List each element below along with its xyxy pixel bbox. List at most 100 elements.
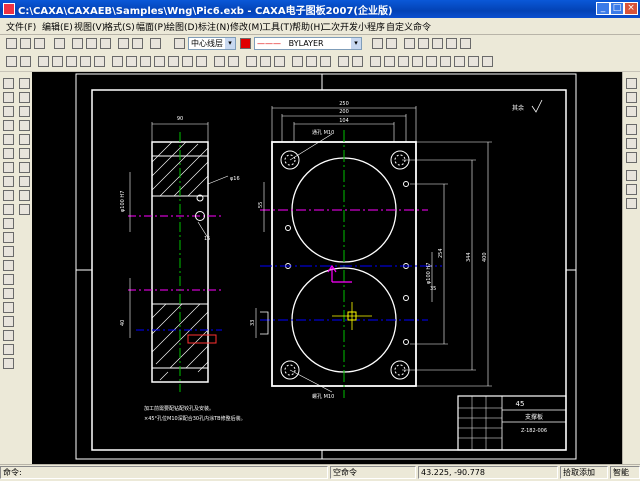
area-icon[interactable] [626,138,637,149]
color-icon[interactable] [240,38,251,49]
ellipse-icon[interactable] [3,162,14,173]
title-block-icon[interactable] [52,56,63,67]
roughness-icon[interactable] [19,148,30,159]
arrow-icon[interactable] [3,344,14,355]
double-line-icon[interactable] [3,330,14,341]
menu-modify[interactable]: 修改(M) [230,20,263,33]
coordinate-dim-icon[interactable] [19,92,30,103]
zoom-out-icon[interactable] [440,56,451,67]
zoom-window-icon[interactable] [454,56,465,67]
leader-icon[interactable] [19,120,30,131]
command-prompt[interactable]: 命令: [0,466,328,479]
rectangle-icon[interactable] [3,176,14,187]
menu-custom-commands[interactable]: 自定义命令 [386,20,431,33]
drawing-icon[interactable] [418,38,429,49]
paste-icon[interactable] [100,38,111,49]
zoom-previous-icon[interactable] [482,56,493,67]
menu-draw[interactable]: 绘图(D) [166,20,198,33]
line-icon[interactable] [3,78,14,89]
layer-icon[interactable] [174,38,185,49]
point-icon[interactable] [3,148,14,159]
wave-line-icon[interactable] [3,316,14,327]
maximize-button[interactable]: □ [610,2,624,15]
extend-icon[interactable] [228,56,239,67]
delete-icon[interactable] [112,56,123,67]
window-zoom-icon[interactable] [20,56,31,67]
menu-file[interactable]: 文件(F) [6,20,36,33]
hatch-icon[interactable] [3,246,14,257]
menu-secondary-dev[interactable]: 二次开发小程序 [322,20,385,33]
menu-tools[interactable]: 工具(T) [262,20,293,33]
save-icon[interactable] [34,38,45,49]
cut-icon[interactable] [72,38,83,49]
layer-manager-icon[interactable] [338,56,349,67]
redo-icon[interactable] [132,38,143,49]
settings-icon[interactable] [460,38,471,49]
intelligent-snap[interactable]: 智能 [610,466,640,479]
parts-list-icon[interactable] [66,56,77,67]
spline-icon[interactable] [3,134,14,145]
zoom-all-icon[interactable] [468,56,479,67]
centerline-icon[interactable] [3,204,14,215]
arc-icon[interactable] [3,120,14,131]
menu-edit[interactable]: 编辑(E) [42,20,73,33]
chevron-down-icon[interactable]: ▾ [225,38,235,49]
dimension-icon[interactable] [19,78,30,89]
drawing-canvas[interactable]: 90 φ16 φ100 H7 15 40 250 200 104 254 344… [32,72,622,464]
linetype-combo[interactable]: ——— BYLAYER ▾ [254,37,362,50]
break-icon[interactable] [274,56,285,67]
weld-icon[interactable] [19,176,30,187]
fillet-icon[interactable] [246,56,257,67]
menu-format[interactable]: 格式(S) [104,20,135,33]
menu-paper[interactable]: 幅面(P) [136,20,166,33]
offset-icon[interactable] [196,56,207,67]
scale-icon[interactable] [168,56,179,67]
pencil-icon[interactable] [412,56,423,67]
library-icon[interactable] [626,170,637,181]
view-front-icon[interactable] [626,92,637,103]
minimize-button[interactable]: _ [596,2,610,15]
fit-view-icon[interactable] [6,56,17,67]
bolt-icon[interactable] [626,184,637,195]
view-top-icon[interactable] [626,106,637,117]
tolerance-icon[interactable] [19,134,30,145]
menu-dimension[interactable]: 标注(N) [198,20,230,33]
gear-icon[interactable] [3,358,14,369]
stretch-icon[interactable] [292,56,303,67]
undo-icon[interactable] [118,38,129,49]
block-insert-icon[interactable] [3,288,14,299]
new-file-icon[interactable] [6,38,17,49]
block-icon[interactable] [432,38,443,49]
polyline-icon[interactable] [3,92,14,103]
fill-icon[interactable] [3,260,14,271]
drawing-frame-icon[interactable] [38,56,49,67]
text-icon[interactable] [3,274,14,285]
polygon-icon[interactable] [3,190,14,201]
explode-icon[interactable] [306,56,317,67]
dim-style-icon[interactable] [386,38,397,49]
measure-icon[interactable] [626,124,637,135]
center-hole-icon[interactable] [19,204,30,215]
format-brush-icon[interactable] [320,56,331,67]
chamfer-icon[interactable] [260,56,271,67]
line-weight-icon[interactable] [352,56,363,67]
chevron-down-icon[interactable]: ▾ [351,38,361,49]
text-style-icon[interactable] [372,38,383,49]
section-icon[interactable] [19,190,30,201]
mirror-icon[interactable] [154,56,165,67]
parallel-line-icon[interactable] [3,218,14,229]
view-3d-icon[interactable] [626,78,637,89]
close-button[interactable]: × [624,2,638,15]
snap-mode[interactable]: 拾取添加 [560,466,608,479]
move-icon[interactable] [126,56,137,67]
nut-icon[interactable] [626,198,637,209]
equidistant-icon[interactable] [3,232,14,243]
circle-icon[interactable] [3,106,14,117]
layer-combo[interactable]: 中心线层 ▾ [188,37,236,50]
zoom-in-icon[interactable] [426,56,437,67]
chamfer-dim-icon[interactable] [19,106,30,117]
datum-icon[interactable] [19,162,30,173]
pan-icon[interactable] [370,56,381,67]
array-icon[interactable] [182,56,193,67]
copy-icon[interactable] [86,38,97,49]
